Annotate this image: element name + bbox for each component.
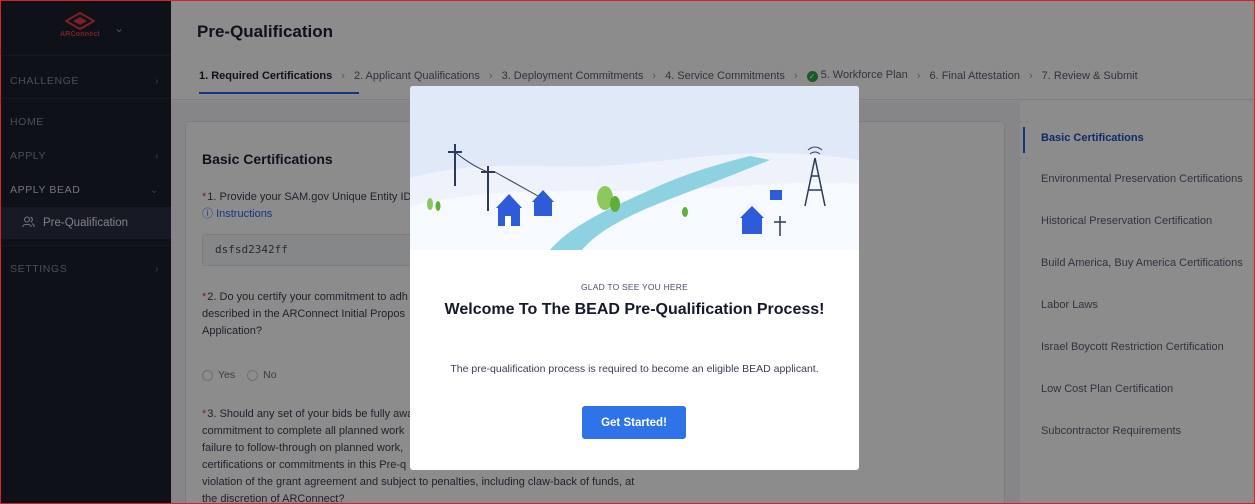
modal-kicker: GLAD TO SEE YOU HERE bbox=[581, 282, 688, 292]
modal-description: The pre-qualification process is require… bbox=[450, 363, 819, 375]
welcome-illustration bbox=[410, 86, 859, 250]
modal-title: Welcome To The BEAD Pre-Qualification Pr… bbox=[444, 301, 825, 318]
get-started-button[interactable]: Get Started! bbox=[582, 406, 686, 439]
welcome-modal: GLAD TO SEE YOU HERE Welcome To The BEAD… bbox=[410, 86, 859, 470]
